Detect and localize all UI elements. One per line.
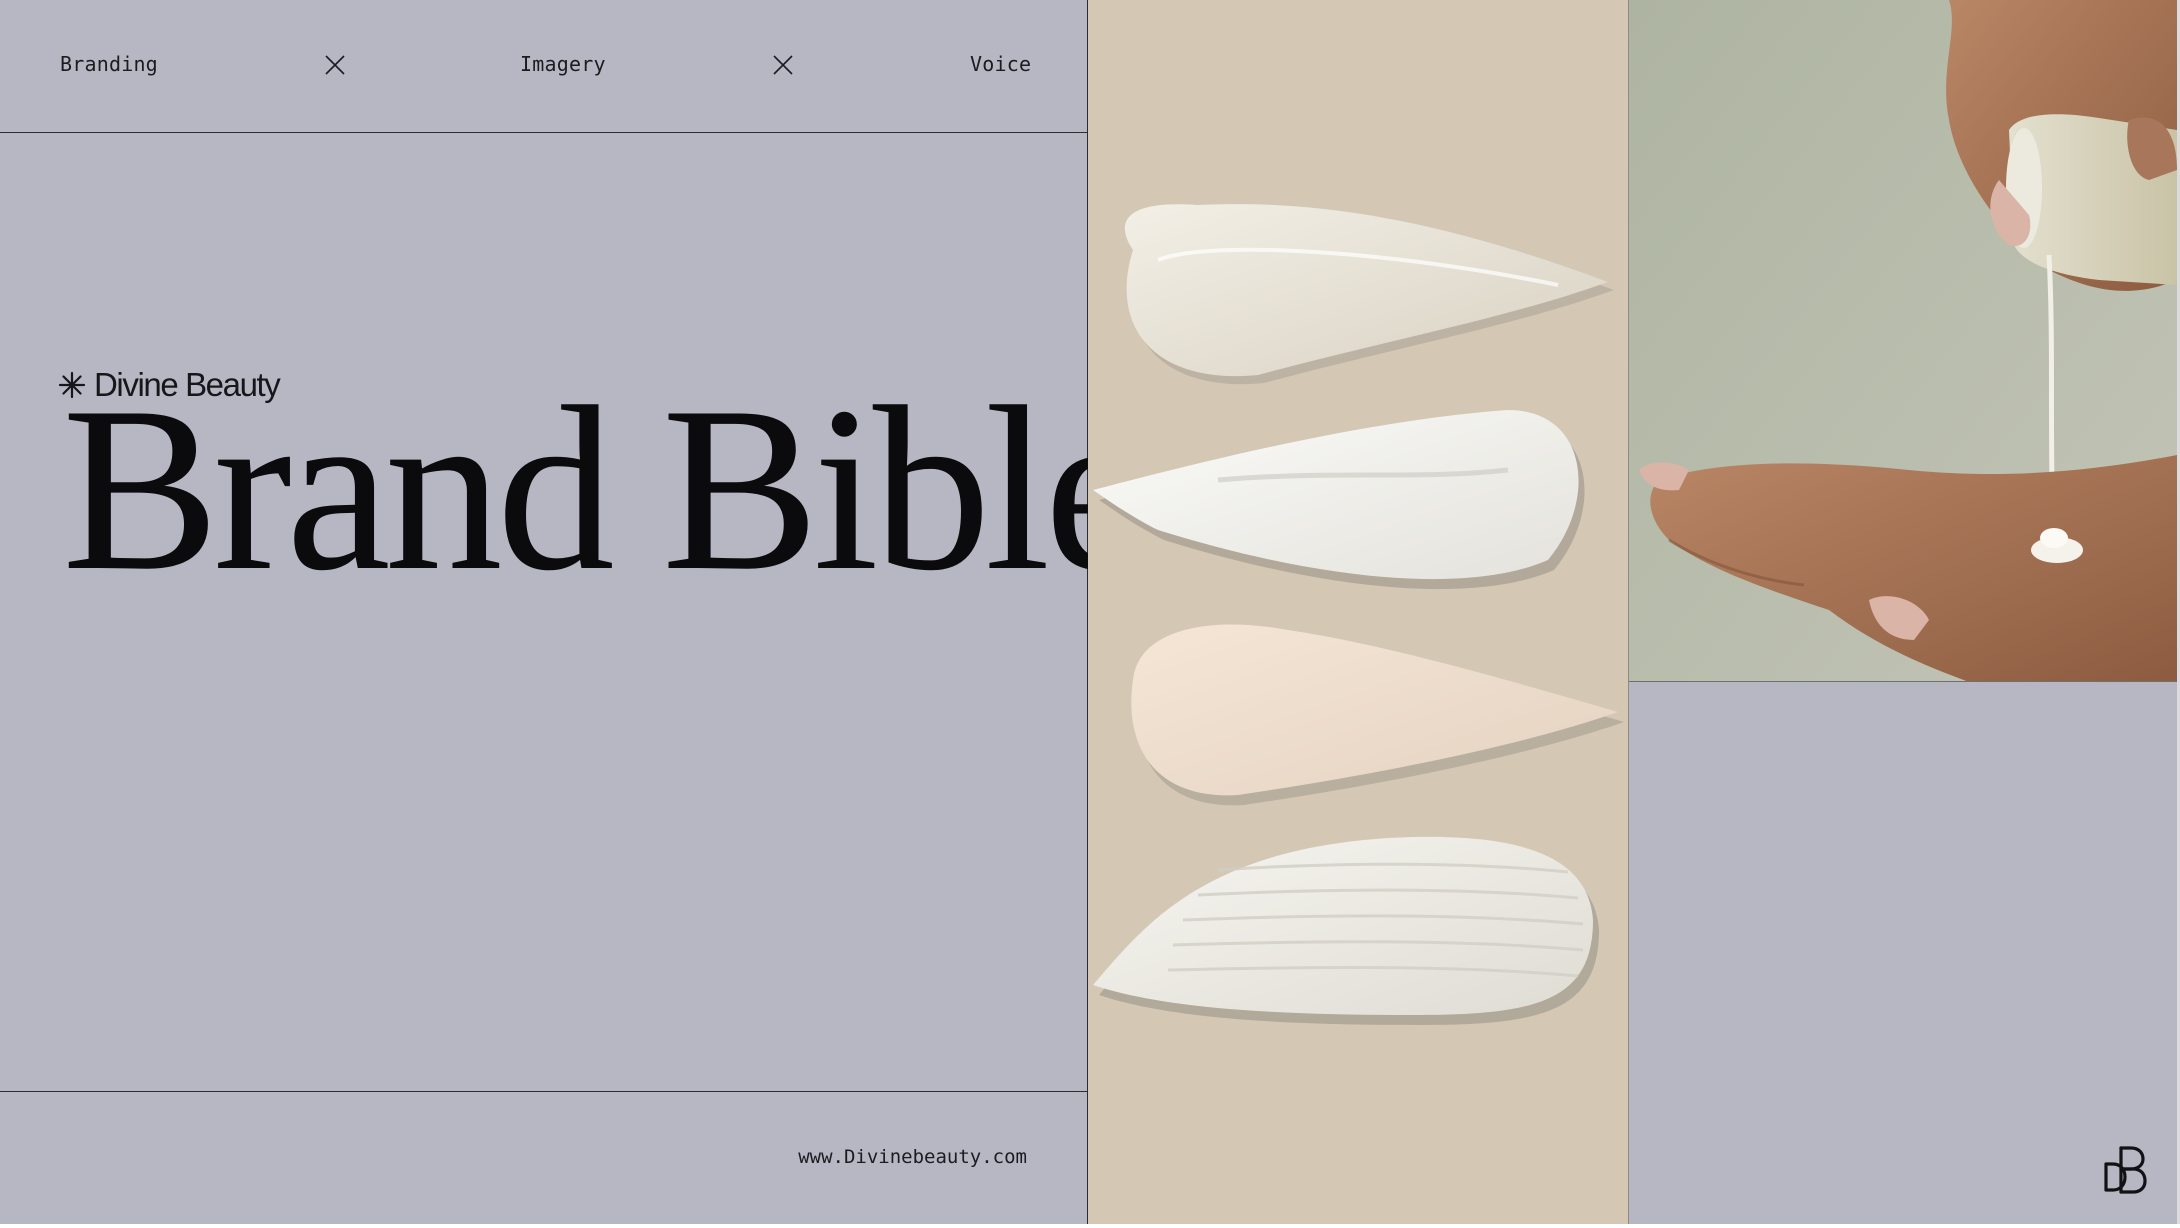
hands-pouring-illustration [1629,0,2177,681]
brand-bible-slide: Branding Imagery Voice Divine Beauty Bra… [0,0,2180,1224]
cream-swatches-image [1088,0,1629,1224]
cream-swatches-illustration [1093,204,1624,1025]
footer-bar: www.Divinebeauty.com [0,1091,1087,1224]
close-icon [773,55,793,75]
top-nav: Branding Imagery Voice [0,0,1087,133]
nav-item-imagery[interactable]: Imagery [520,52,606,76]
hero-title: Brand Bible [62,359,1149,620]
close-icon [325,55,345,75]
db-monogram-logo [2104,1146,2147,1194]
hands-product-photo [1629,0,2177,682]
nav-item-branding[interactable]: Branding [60,52,158,76]
nav-item-voice[interactable]: Voice [970,52,1031,76]
left-panel: Branding Imagery Voice Divine Beauty Bra… [0,0,1149,1224]
right-lower-panel [1629,682,2177,1224]
website-link[interactable]: www.Divinebeauty.com [798,1146,1027,1168]
